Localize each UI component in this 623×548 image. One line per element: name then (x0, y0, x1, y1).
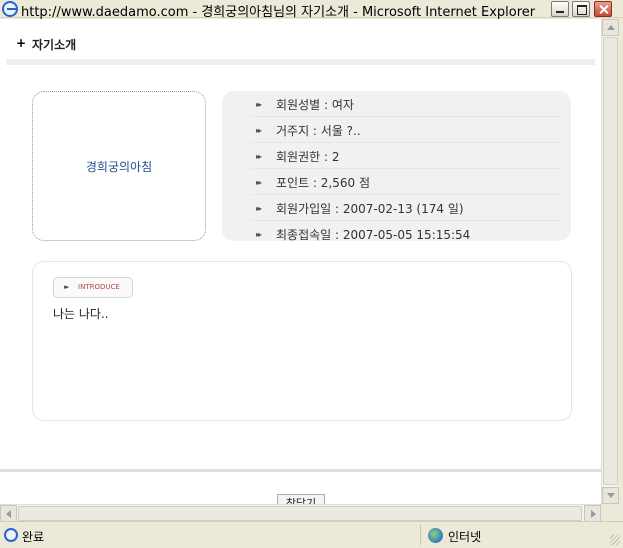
plus-icon: + (16, 36, 27, 50)
info-row-points: ▸▸ 포인트 : 2,560 점 (222, 169, 571, 195)
double-arrow-icon: ▸▸ (256, 204, 262, 213)
vertical-scrollbar[interactable] (601, 19, 619, 504)
info-row-residence: ▸▸ 거주지 : 서울 ?.. (222, 117, 571, 143)
double-arrow-icon: ▸▸ (256, 178, 262, 187)
info-text: 회원가입일 : 2007-02-13 (174 일) (276, 202, 464, 216)
resize-grip-icon[interactable] (610, 535, 620, 545)
double-arrow-icon: ▸▸ (256, 152, 262, 161)
info-row-level: ▸▸ 회원권한 : 2 (222, 143, 571, 169)
info-row-gender: ▸▸ 회원성별 : 여자 (222, 91, 571, 117)
divider (0, 469, 601, 472)
member-nickname[interactable]: 경희궁의아침 (33, 158, 205, 175)
status-text: 완료 (22, 530, 45, 544)
double-arrow-icon: ▸▸ (256, 230, 262, 239)
member-info-box: ▸▸ 회원성별 : 여자 ▸▸ 거주지 : 서울 ?.. ▸▸ 회원권한 : 2… (222, 91, 571, 242)
info-row-last-access: ▸▸ 최종접속일 : 2007-05-05 15:15:54 (222, 221, 571, 247)
internet-explorer-icon (2, 1, 18, 17)
window-title: http://www.daedamo.com - 경희궁의아침님의 자기소개 -… (21, 5, 536, 20)
divider (420, 525, 421, 545)
scroll-up-arrow-icon[interactable] (602, 19, 619, 36)
introduction-box: ▸▸ INTRODUCE 나는 나다.. (32, 261, 572, 421)
horizontal-scroll-thumb[interactable] (18, 506, 582, 521)
scrollbar-corner (601, 504, 623, 521)
page-header: + 자기소개 (6, 25, 595, 65)
scroll-left-arrow-icon[interactable] (0, 505, 17, 522)
profile-photo-box: 경희궁의아침 (32, 91, 206, 241)
info-text: 회원권한 : 2 (276, 150, 340, 164)
page-title: 자기소개 (32, 38, 77, 52)
info-row-join-date: ▸▸ 회원가입일 : 2007-02-13 (174 일) (222, 195, 571, 221)
scroll-down-arrow-icon[interactable] (602, 487, 619, 504)
page-done-icon (4, 528, 18, 542)
window-title-bar: http://www.daedamo.com - 경희궁의아침님의 자기소개 -… (0, 0, 623, 20)
status-bar: 완료 인터넷 (0, 521, 623, 548)
page-viewport: + 자기소개 경희궁의아침 ▸▸ 회원성별 : 여자 ▸▸ 거주지 : 서울 ?… (0, 19, 601, 504)
maximize-button[interactable] (572, 1, 590, 17)
close-window-button[interactable] (594, 1, 612, 17)
info-text: 회원성별 : 여자 (276, 98, 354, 112)
internet-zone-globe-icon (428, 528, 443, 543)
double-arrow-icon: ▸▸ (256, 100, 262, 109)
horizontal-scrollbar[interactable] (0, 504, 601, 522)
info-text: 포인트 : 2,560 점 (276, 176, 371, 190)
vertical-scroll-thumb[interactable] (603, 37, 618, 485)
info-text: 최종접속일 : 2007-05-05 15:15:54 (276, 228, 471, 242)
introduce-tab: ▸▸ INTRODUCE (53, 277, 133, 298)
introduction-text: 나는 나다.. (53, 307, 109, 321)
close-button[interactable]: 창닫기 (277, 494, 325, 504)
introduce-tab-label: INTRODUCE (78, 283, 120, 291)
security-zone-text: 인터넷 (448, 530, 482, 544)
minimize-button[interactable] (551, 1, 569, 17)
info-text: 거주지 : 서울 ?.. (276, 124, 361, 138)
scroll-right-arrow-icon[interactable] (584, 505, 601, 522)
double-arrow-icon: ▸▸ (64, 283, 69, 291)
double-arrow-icon: ▸▸ (256, 126, 262, 135)
